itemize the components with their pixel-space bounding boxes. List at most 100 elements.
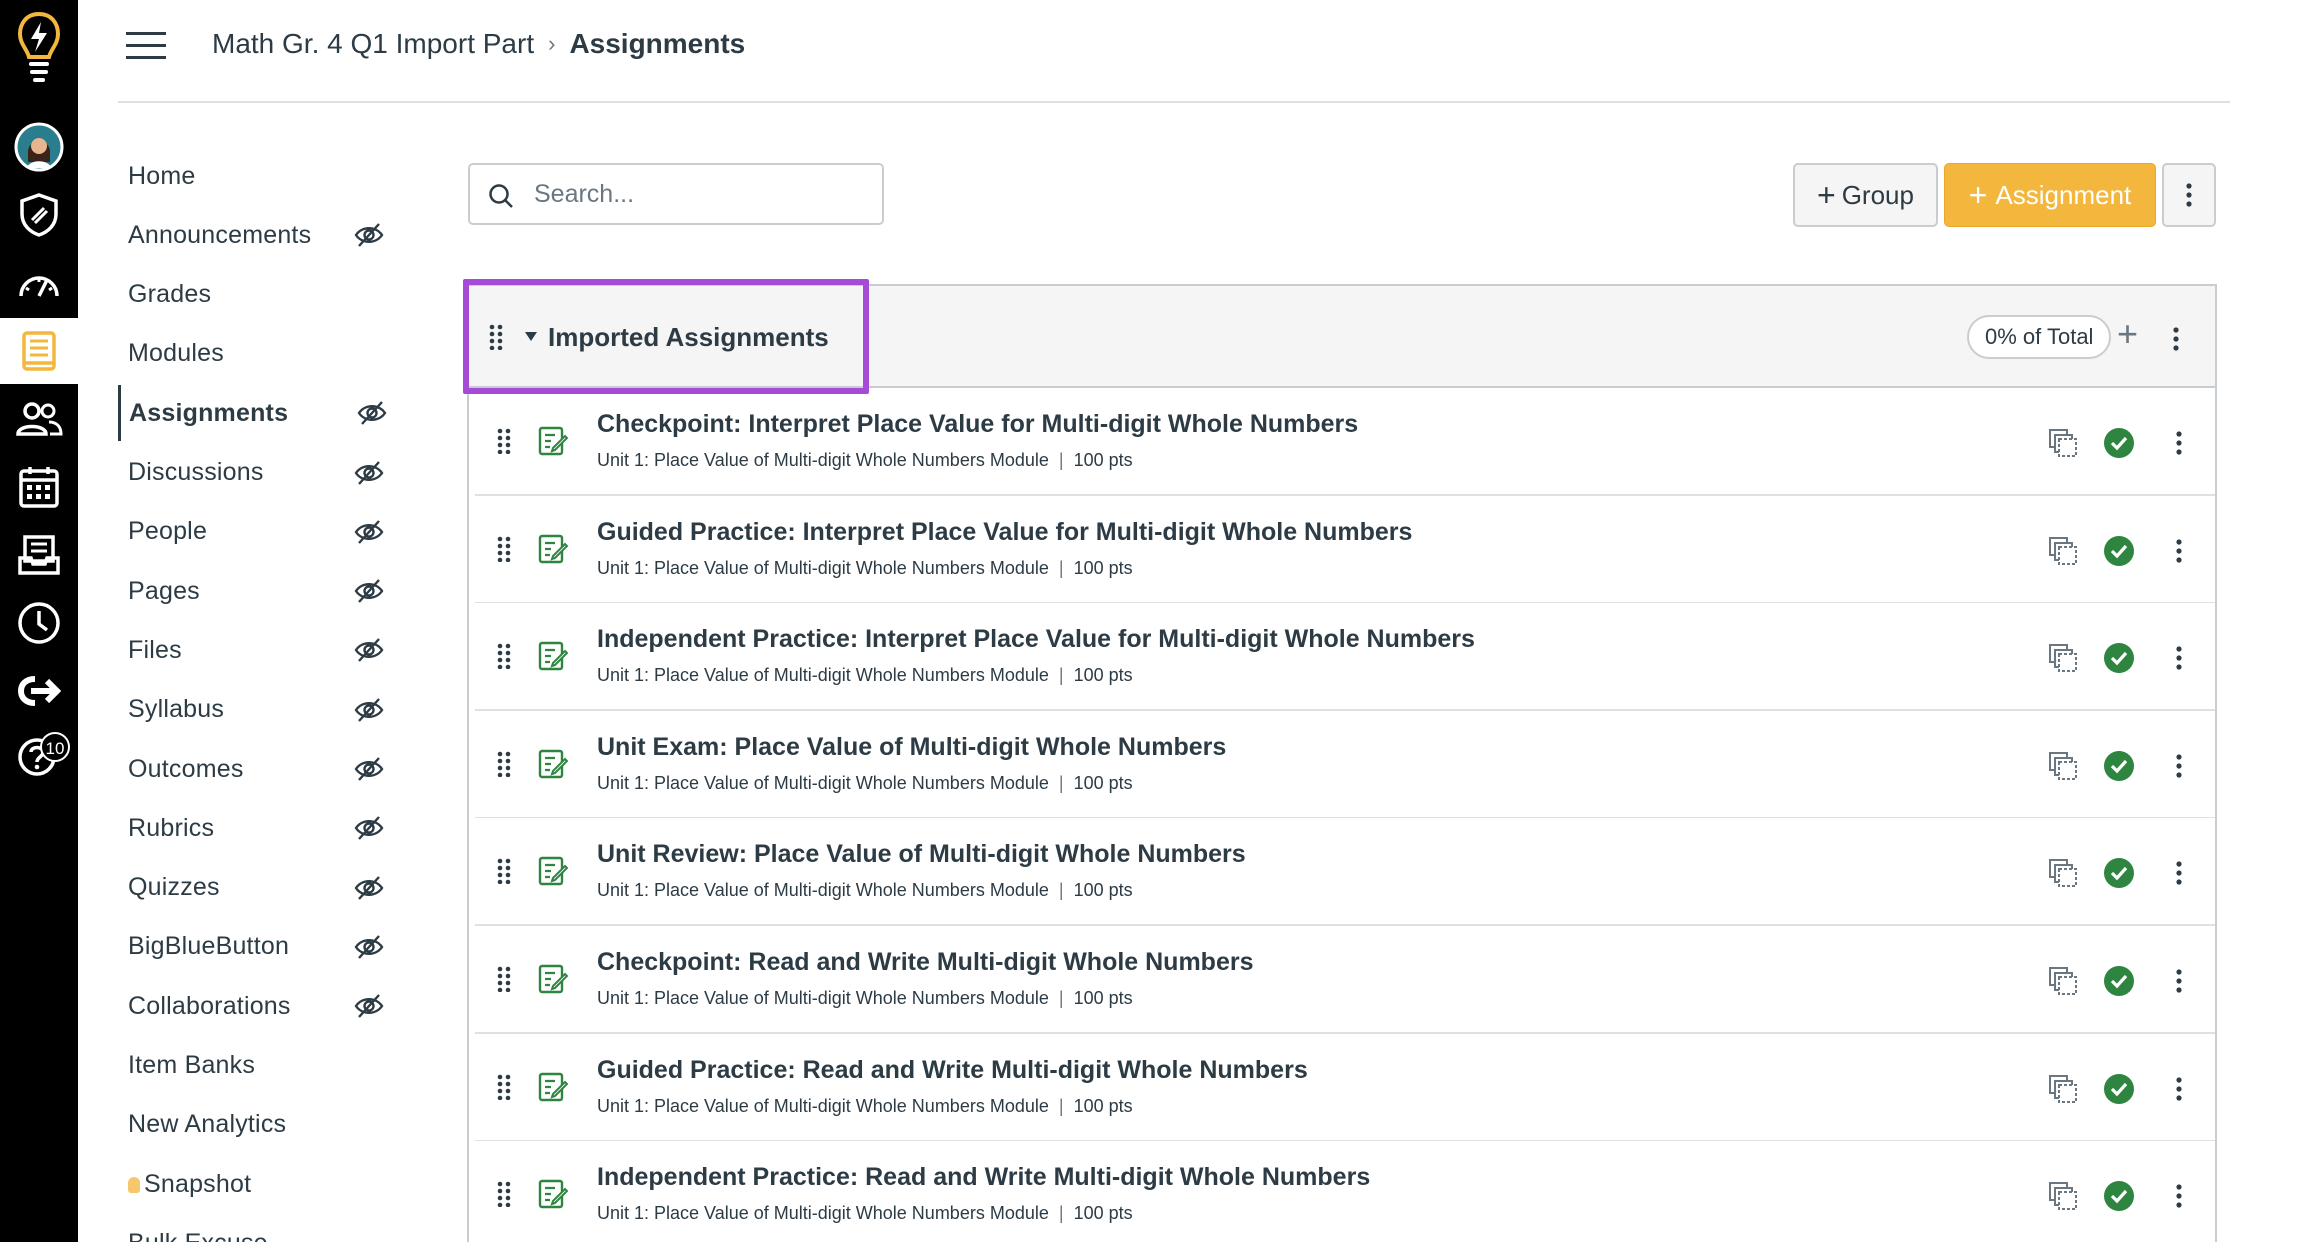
assignment-options-kebab-icon[interactable] — [2175, 1076, 2183, 1107]
lightbulb-logo-icon[interactable] — [0, 8, 78, 88]
assignment-options-kebab-icon[interactable] — [2175, 645, 2183, 676]
course-nav-modules[interactable]: Modules — [118, 326, 408, 382]
course-nav-collaborations[interactable]: Collaborations — [118, 978, 408, 1034]
assignment-row[interactable]: Checkpoint: Read and Write Multi-digit W… — [475, 926, 2215, 1034]
course-nav-grades[interactable]: Grades — [118, 267, 408, 323]
assignment-options-kebab-icon[interactable] — [2175, 538, 2183, 569]
assignment-module: Unit 1: Place Value of Multi-digit Whole… — [597, 880, 1049, 901]
course-nav-pages[interactable]: Pages — [118, 563, 408, 619]
duplicate-icon[interactable] — [2048, 966, 2078, 1001]
published-check-icon[interactable] — [2102, 534, 2136, 573]
assignment-title-link[interactable]: Checkpoint: Interpret Place Value for Mu… — [597, 410, 1358, 439]
duplicate-icon[interactable] — [2048, 858, 2078, 893]
assignment-title-link[interactable]: Checkpoint: Read and Write Multi-digit W… — [597, 948, 1254, 977]
courses-icon[interactable] — [0, 318, 78, 384]
commons-icon[interactable] — [0, 658, 78, 724]
published-check-icon[interactable] — [2102, 1072, 2136, 1111]
course-nav-outcomes[interactable]: Outcomes — [118, 741, 408, 797]
assignment-title-link[interactable]: Unit Review: Place Value of Multi-digit … — [597, 840, 1246, 869]
assignment-title-link[interactable]: Guided Practice: Read and Write Multi-di… — [597, 1056, 1308, 1085]
assignment-title-link[interactable]: Independent Practice: Interpret Place Va… — [597, 625, 1475, 654]
groups-icon[interactable] — [0, 386, 78, 452]
course-nav-label: Outcomes — [128, 754, 244, 783]
drag-handle-icon[interactable] — [497, 1181, 511, 1212]
course-nav-people[interactable]: People — [118, 504, 408, 560]
course-nav-assignments[interactable]: Assignments — [118, 385, 408, 442]
assignment-points: 100 pts — [1073, 988, 1133, 1008]
course-nav-bigbluebutton[interactable]: BigBlueButton — [118, 919, 408, 975]
assignment-row[interactable]: Guided Practice: Read and Write Multi-di… — [475, 1033, 2215, 1142]
published-check-icon[interactable] — [2102, 964, 2136, 1003]
course-nav-syllabus[interactable]: Syllabus — [118, 682, 408, 738]
add-group-button[interactable]: + Group — [1793, 163, 1938, 227]
admin-shield-icon[interactable] — [0, 182, 78, 248]
duplicate-icon[interactable] — [2048, 643, 2078, 678]
search-box[interactable] — [468, 163, 884, 225]
duplicate-icon[interactable] — [2048, 428, 2078, 463]
add-group-label: Group — [1841, 179, 1914, 210]
drag-handle-icon[interactable] — [497, 428, 511, 459]
inbox-icon[interactable] — [0, 522, 78, 588]
duplicate-icon[interactable] — [2048, 536, 2078, 571]
course-nav-announcements[interactable]: Announcements — [118, 207, 408, 263]
course-nav-home[interactable]: Home — [118, 148, 408, 204]
drag-handle-icon[interactable] — [497, 536, 511, 567]
drag-handle-icon[interactable] — [497, 966, 511, 997]
assignment-row[interactable]: Independent Practice: Interpret Place Va… — [475, 603, 2215, 712]
assignment-points: 100 pts — [1073, 1203, 1133, 1224]
assignment-row[interactable]: Unit Review: Place Value of Multi-digit … — [475, 818, 2215, 927]
page-options-button[interactable] — [2162, 163, 2216, 227]
add-to-group-icon[interactable]: + — [2117, 316, 2138, 352]
assignment-module: Unit 1: Place Value of Multi-digit Whole… — [597, 772, 1049, 793]
hidden-eye-icon — [354, 696, 384, 729]
assignment-row[interactable]: Guided Practice: Interpret Place Value f… — [475, 495, 2215, 604]
duplicate-icon[interactable] — [2048, 1181, 2078, 1216]
assignment-options-kebab-icon[interactable] — [2175, 1183, 2183, 1214]
published-check-icon[interactable] — [2102, 856, 2136, 895]
assignment-row[interactable]: Checkpoint: Interpret Place Value for Mu… — [475, 388, 2215, 496]
published-check-icon[interactable] — [2102, 1179, 2136, 1218]
duplicate-icon[interactable] — [2048, 1074, 2078, 1109]
published-check-icon[interactable] — [2102, 641, 2136, 680]
assignment-module: Unit 1: Place Value of Multi-digit Whole… — [597, 665, 1049, 686]
course-nav-discussions[interactable]: Discussions — [118, 445, 408, 501]
assignment-title-link[interactable]: Unit Exam: Place Value of Multi-digit Wh… — [597, 733, 1226, 762]
assignment-options-kebab-icon[interactable] — [2175, 430, 2183, 461]
dashboard-icon[interactable] — [0, 250, 78, 316]
assignment-options-kebab-icon[interactable] — [2175, 753, 2183, 784]
assignment-title-link[interactable]: Guided Practice: Interpret Place Value f… — [597, 518, 1412, 547]
course-nav-new-analytics[interactable]: New Analytics — [118, 1097, 408, 1153]
course-nav-item-banks[interactable]: Item Banks — [118, 1038, 408, 1094]
assignment-module: Unit 1: Place Value of Multi-digit Whole… — [597, 557, 1049, 578]
course-nav-rubrics[interactable]: Rubrics — [118, 800, 408, 856]
history-icon[interactable] — [0, 590, 78, 656]
published-check-icon[interactable] — [2102, 749, 2136, 788]
course-nav-quizzes[interactable]: Quizzes — [118, 860, 408, 916]
course-nav-files[interactable]: Files — [118, 622, 408, 678]
course-nav-label: Home — [128, 161, 196, 190]
add-assignment-button[interactable]: + Assignment — [1944, 163, 2156, 227]
assignment-row[interactable]: Unit Exam: Place Value of Multi-digit Wh… — [475, 710, 2215, 819]
course-nav-snapshot[interactable]: Snapshot — [118, 1156, 408, 1212]
assignment-title-link[interactable]: Independent Practice: Read and Write Mul… — [597, 1163, 1370, 1192]
duplicate-icon[interactable] — [2048, 751, 2078, 786]
assignment-row[interactable]: Independent Practice: Read and Write Mul… — [475, 1141, 2215, 1242]
breadcrumb-course-link[interactable]: Math Gr. 4 Q1 Import Part — [212, 28, 534, 60]
assignment-options-kebab-icon[interactable] — [2175, 968, 2183, 999]
lightbulb-icon — [128, 1176, 140, 1193]
assignment-options-kebab-icon[interactable] — [2175, 860, 2183, 891]
help-icon[interactable]: 10 — [0, 722, 78, 788]
course-nav-bulk-excuse[interactable]: Bulk Excuse — [118, 1215, 408, 1242]
drag-handle-icon[interactable] — [497, 858, 511, 889]
drag-handle-icon[interactable] — [497, 751, 511, 782]
hidden-eye-icon — [354, 577, 384, 610]
drag-handle-icon[interactable] — [497, 1074, 511, 1105]
course-nav-label: Item Banks — [128, 1051, 256, 1079]
group-options-kebab-icon[interactable] — [2172, 326, 2180, 352]
hamburger-menu-icon[interactable] — [126, 32, 166, 62]
published-check-icon[interactable] — [2102, 426, 2136, 465]
calendar-icon[interactable] — [0, 454, 78, 520]
user-avatar[interactable] — [0, 114, 78, 180]
drag-handle-icon[interactable] — [497, 643, 511, 674]
search-input[interactable] — [534, 175, 864, 213]
